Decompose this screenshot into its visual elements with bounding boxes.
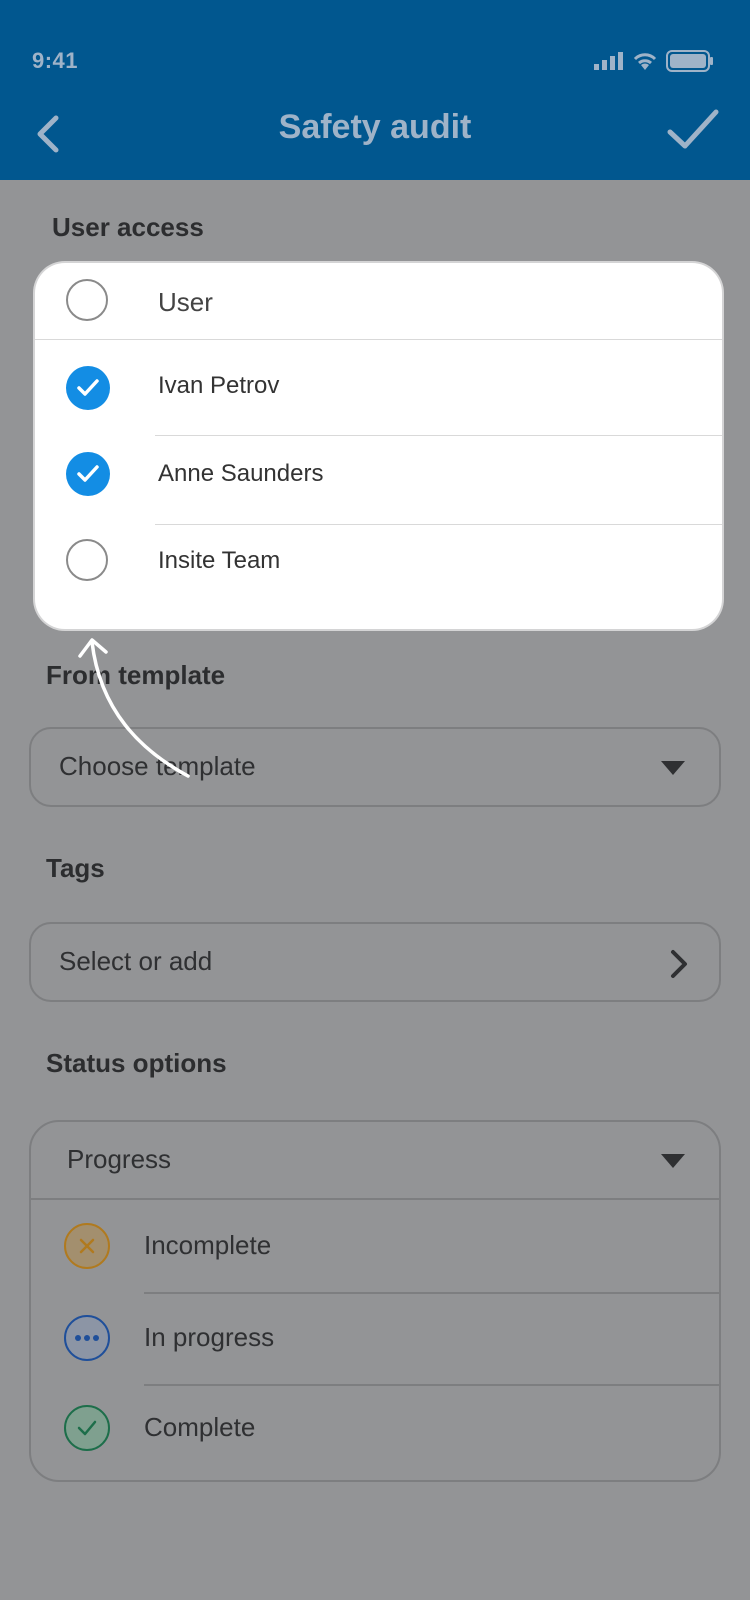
battery-icon [666,50,713,72]
tags-placeholder: Select or add [59,946,213,976]
user-option-label: Ivan Petrov [158,372,280,399]
user-option-label: Anne Saunders [158,460,324,487]
template-placeholder: Choose template [59,751,256,781]
status-options-label: Status options [46,1048,227,1078]
status-select[interactable]: Progress [31,1122,719,1200]
status-item-label: Complete [144,1412,256,1442]
user-option-ivan[interactable]: Ivan Petrov [35,340,722,435]
user-option-insite[interactable]: Insite Team [35,525,722,615]
status-item-label: In progress [144,1322,275,1352]
checked-icon[interactable] [66,366,110,410]
page-title: Safety audit [278,108,472,146]
checkmark-icon[interactable] [666,108,720,152]
status-selected: Progress [67,1144,172,1174]
chevron-right-icon [671,950,687,978]
user-option-anne[interactable]: Anne Saunders [35,436,722,524]
user-access-popup: User Ivan Petrov Anne Saunders Insite Te… [35,263,722,629]
status-item-complete[interactable]: Complete [31,1384,719,1474]
status-item-in-progress[interactable]: In progress [31,1294,719,1384]
status-item-incomplete[interactable]: Incomplete [31,1202,719,1292]
user-header-label: User [158,287,213,317]
status-time: 9:41 [32,48,79,73]
wifi-icon [633,53,657,70]
user-access-label: User access [52,212,204,242]
caret-down-icon [661,761,685,775]
user-option-label: Insite Team [158,547,281,574]
status-item-label: Incomplete [144,1230,272,1260]
tags-field[interactable]: Select or add [29,922,721,1002]
template-select[interactable]: Choose template [29,727,721,807]
tags-label: Tags [46,853,105,883]
user-header-row[interactable]: User [35,263,722,339]
unchecked-radio-icon[interactable] [66,539,108,581]
caret-down-icon [661,1154,685,1168]
app-header: 9:41 Safety audit [0,0,750,180]
checked-icon[interactable] [66,452,110,496]
cross-icon [64,1223,110,1269]
signal-icon [594,52,623,70]
ellipsis-icon [64,1315,110,1361]
template-label: From template [46,660,226,690]
user-all-radio[interactable] [66,279,108,321]
check-icon [64,1405,110,1451]
status-options-card: Progress Incomplete In progress Complete [29,1120,721,1482]
status-icons [594,50,714,72]
